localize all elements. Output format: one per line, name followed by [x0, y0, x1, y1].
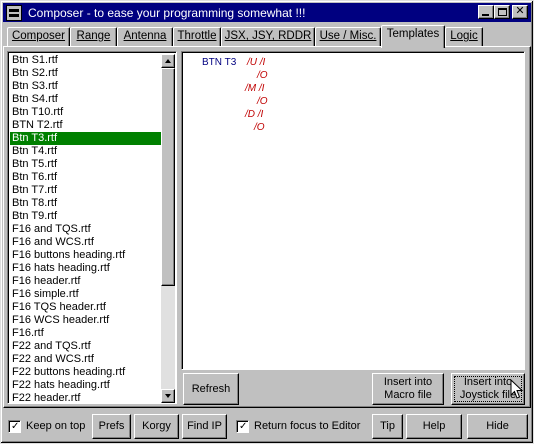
maximize-button[interactable] [494, 5, 510, 19]
tab-throttle[interactable]: Throttle [173, 27, 221, 47]
editor-line: /U /I [247, 57, 266, 68]
close-icon: ✕ [515, 4, 525, 17]
scroll-down-arrow-icon[interactable] [161, 389, 175, 403]
template-editor[interactable]: BTN T3 /U /I /O /M /I /O /D /I /O [181, 51, 525, 370]
tab-jsx-jsy-rddr[interactable]: JSX, JSY, RDDR [221, 27, 315, 47]
file-list-item[interactable]: Btn T5.rtf [10, 158, 162, 171]
mouse-pointer-icon [510, 379, 524, 399]
hide-button[interactable]: Hide [467, 414, 528, 439]
tab-range[interactable]: Range [70, 27, 117, 47]
scroll-up-arrow-icon[interactable] [161, 54, 175, 68]
file-list-items: Btn S1.rtf Btn S2.rtf Btn S3.rtf Btn S4.rtf… [10, 54, 162, 403]
scroll-thumb[interactable] [161, 68, 175, 286]
tab-logic[interactable]: Logic [445, 27, 483, 47]
editor-heading: BTN T3 [202, 57, 237, 68]
title-bar[interactable]: Composer - to ease your programming some… [3, 3, 531, 22]
tab-templates[interactable]: Templates [381, 25, 445, 48]
check-icon: ✓ [11, 421, 20, 432]
close-button[interactable]: ✕ [512, 4, 528, 19]
file-list-item[interactable]: F16 and TQS.rtf [10, 223, 162, 236]
file-list-item[interactable]: F22 header.rtf [10, 392, 162, 403]
tab-composer[interactable]: Composer [7, 27, 70, 47]
editor-line: /D /I [245, 109, 264, 120]
help-button[interactable]: Help [406, 414, 462, 439]
file-list-item[interactable]: Btn T9.rtf [10, 210, 162, 223]
window-title: Composer - to ease your programming some… [28, 5, 306, 20]
file-list-item[interactable]: Btn S2.rtf [10, 67, 162, 80]
korgy-button[interactable]: Korgy [134, 414, 179, 439]
file-list-item[interactable]: F16 buttons heading.rtf [10, 249, 162, 262]
file-list-item[interactable]: Btn S3.rtf [10, 80, 162, 93]
app-icon[interactable] [6, 4, 22, 21]
tab-strip: Composer Range Antenna Throttle JSX, JSY… [5, 25, 531, 48]
composer-window: Composer - to ease your programming some… [0, 0, 534, 444]
file-list-item[interactable]: F16 and WCS.rtf [10, 236, 162, 249]
file-list-item[interactable]: F16 WCS header.rtf [10, 314, 162, 327]
return-focus-label: Return focus to Editor [254, 420, 361, 432]
maximize-icon [498, 8, 507, 16]
refresh-button[interactable]: Refresh [183, 373, 239, 405]
file-list-item[interactable]: F16.rtf [10, 327, 162, 340]
file-list-item[interactable]: Btn T7.rtf [10, 184, 162, 197]
tip-button[interactable]: Tip [372, 414, 403, 439]
file-list-item[interactable]: F22 and WCS.rtf [10, 353, 162, 366]
minimize-button[interactable] [478, 5, 494, 19]
file-list-item[interactable]: Btn S4.rtf [10, 93, 162, 106]
file-list-item[interactable]: BTN T2.rtf [10, 119, 162, 132]
file-list-item[interactable]: Btn T10.rtf [10, 106, 162, 119]
editor-line: /O [257, 96, 268, 107]
editor-line: /O [257, 70, 268, 81]
check-icon: ✓ [239, 421, 248, 432]
keep-on-top-label: Keep on top [26, 420, 86, 432]
prefs-button[interactable]: Prefs [92, 414, 131, 439]
file-list-item[interactable]: F16 hats heading.rtf [10, 262, 162, 275]
file-list-item[interactable]: Btn T8.rtf [10, 197, 162, 210]
file-list-item[interactable]: Btn T6.rtf [10, 171, 162, 184]
editor-line: /M /I [245, 83, 265, 94]
file-list-item[interactable]: F22 buttons heading.rtf [10, 366, 162, 379]
file-list-item[interactable]: Btn T4.rtf [10, 145, 162, 158]
file-list-item[interactable]: F16 header.rtf [10, 275, 162, 288]
find-ip-button[interactable]: Find IP [182, 414, 227, 439]
return-focus-checkbox[interactable]: ✓ [236, 420, 249, 433]
file-list-item[interactable]: F16 TQS header.rtf [10, 301, 162, 314]
tab-antenna[interactable]: Antenna [117, 27, 173, 47]
tab-use-misc[interactable]: Use / Misc. [315, 27, 381, 47]
file-list-item[interactable]: F22 hats heading.rtf [10, 379, 162, 392]
insert-macro-button[interactable]: Insert into Macro file [372, 373, 444, 405]
minimize-icon [482, 14, 489, 16]
keep-on-top-checkbox[interactable]: ✓ [8, 420, 21, 433]
editor-line: /O [254, 122, 265, 133]
file-list-item[interactable]: F22 and TQS.rtf [10, 340, 162, 353]
file-list-item[interactable]: Btn S1.rtf [10, 54, 162, 67]
template-file-list[interactable]: Btn S1.rtf Btn S2.rtf Btn S3.rtf Btn S4.rtf… [7, 51, 177, 404]
list-scrollbar[interactable] [161, 54, 175, 403]
file-list-item[interactable]: F16 simple.rtf [10, 288, 162, 301]
title-buttons: ✕ [478, 4, 528, 19]
file-list-item[interactable]: Btn T3.rtf [10, 132, 162, 145]
